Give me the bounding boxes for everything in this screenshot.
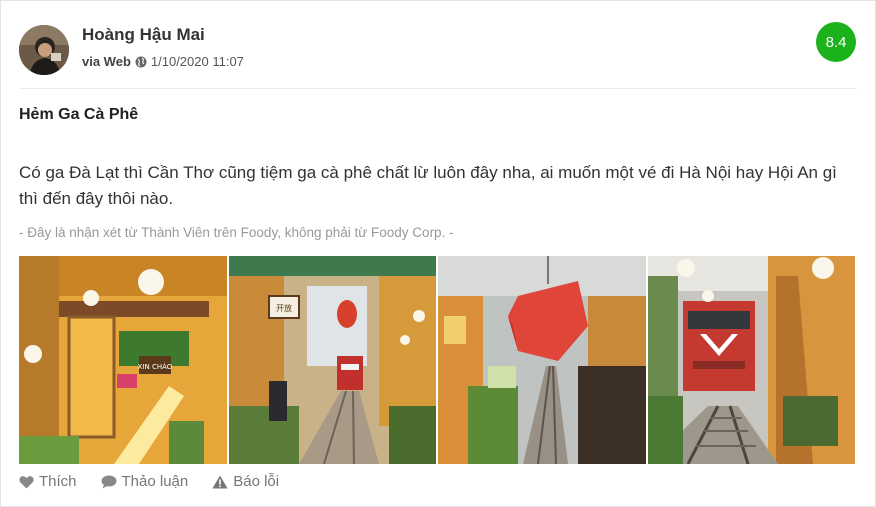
post-meta: via Web 1/10/2020 11:07 xyxy=(82,54,244,69)
cafe-photo-2[interactable]: 开放 xyxy=(228,256,436,464)
via-label: via Web xyxy=(82,54,131,69)
photo-sign-text-2: 开放 xyxy=(276,303,292,313)
score-badge: 8.4 xyxy=(816,22,856,62)
like-button[interactable]: Thích xyxy=(19,473,77,490)
discuss-button[interactable]: Thảo luận xyxy=(101,473,189,490)
review-title[interactable]: Hẻm Ga Cà Phê xyxy=(19,106,138,124)
disclaimer: - Đây là nhận xét từ Thành Viên trên Foo… xyxy=(19,225,454,240)
report-button[interactable]: Báo lỗi xyxy=(212,473,279,490)
user-name[interactable]: Hoàng Hậu Mai xyxy=(82,25,205,45)
cafe-photo-4[interactable] xyxy=(647,256,855,464)
divider xyxy=(19,88,857,89)
warning-icon xyxy=(212,475,228,489)
comment-icon xyxy=(101,475,117,489)
cafe-photo-3[interactable] xyxy=(438,256,646,464)
photo-gallery: XIN CHÀO 开放 xyxy=(19,256,855,464)
globe-icon xyxy=(135,56,147,68)
timestamp: 1/10/2020 11:07 xyxy=(150,54,244,69)
like-label: Thích xyxy=(39,473,77,490)
action-bar: Thích Thảo luận Báo lỗi xyxy=(19,473,279,490)
discuss-label: Thảo luận xyxy=(121,473,189,490)
report-label: Báo lỗi xyxy=(233,473,280,490)
heart-icon xyxy=(19,475,34,489)
avatar[interactable] xyxy=(19,25,69,75)
photo-sign-text: XIN CHÀO xyxy=(138,362,173,371)
review-card: Hoàng Hậu Mai via Web 1/10/2020 11:07 8.… xyxy=(0,0,876,507)
cafe-photo-1[interactable]: XIN CHÀO xyxy=(19,256,227,464)
review-body: Có ga Đà Lạt thì Cần Thơ cũng tiệm ga cà… xyxy=(19,163,837,208)
